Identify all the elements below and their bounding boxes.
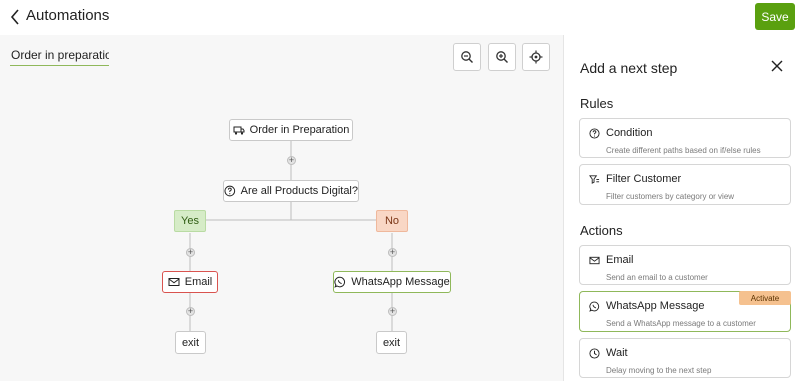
add-step-after-whatsapp[interactable]: + xyxy=(388,307,397,316)
trigger-node[interactable]: Order in Preparation xyxy=(229,119,353,141)
exit-node-right[interactable]: exit xyxy=(376,331,407,354)
add-step-yes-branch[interactable]: + xyxy=(186,248,195,257)
rule-filter-customer-label: Filter Customer xyxy=(606,173,682,185)
no-branch-tag[interactable]: No xyxy=(376,210,408,232)
add-step-panel: Add a next step Rules Condition Create d… xyxy=(563,35,800,381)
save-button[interactable]: Save xyxy=(755,3,795,30)
action-wait-card[interactable]: Wait Delay moving to the next step xyxy=(579,338,791,378)
action-email-label: Email xyxy=(606,254,634,266)
whatsapp-node[interactable]: WhatsApp Message xyxy=(333,271,451,293)
action-whatsapp-card[interactable]: Activate WhatsApp Message Send a WhatsAp… xyxy=(579,291,791,332)
action-email-desc: Send an email to a customer xyxy=(606,273,708,282)
action-email-card[interactable]: Email Send an email to a customer xyxy=(579,245,791,285)
action-wait-desc: Delay moving to the next step xyxy=(606,366,712,375)
condition-node[interactable]: Are all Products Digital? xyxy=(223,180,359,202)
rule-filter-customer-card[interactable]: Filter Customer Filter customers by cate… xyxy=(579,164,791,205)
whatsapp-icon xyxy=(334,276,346,288)
rule-condition-card[interactable]: Condition Create different paths based o… xyxy=(579,118,791,158)
trigger-node-label: Order in Preparation xyxy=(249,124,350,136)
panel-title: Add a next step xyxy=(580,60,678,76)
whatsapp-node-label: WhatsApp Message xyxy=(351,276,450,288)
rule-condition-desc: Create different paths based on if/else … xyxy=(606,146,761,155)
flow-connectors xyxy=(189,141,393,331)
email-node[interactable]: Email xyxy=(162,271,218,293)
activate-badge[interactable]: Activate xyxy=(739,291,791,305)
add-step-after-trigger[interactable]: + xyxy=(287,156,296,165)
clock-icon xyxy=(589,347,600,359)
add-step-after-email[interactable]: + xyxy=(186,307,195,316)
question-circle-icon xyxy=(589,127,600,139)
question-circle-icon xyxy=(224,185,236,197)
envelope-icon xyxy=(168,278,180,286)
rules-section-title: Rules xyxy=(580,96,614,111)
close-panel-button[interactable] xyxy=(768,57,786,75)
add-step-no-branch[interactable]: + xyxy=(388,248,397,257)
envelope-icon xyxy=(589,256,600,264)
exit-node-right-label: exit xyxy=(382,336,401,349)
action-whatsapp-label: WhatsApp Message xyxy=(606,300,705,312)
filter-icon xyxy=(589,174,600,184)
page-title: Automations xyxy=(26,7,110,24)
email-node-label: Email xyxy=(184,276,213,288)
action-whatsapp-desc: Send a WhatsApp message to a customer xyxy=(606,319,756,328)
condition-node-label: Are all Products Digital? xyxy=(240,185,358,197)
truck-box-icon xyxy=(233,126,245,135)
yes-branch-tag[interactable]: Yes xyxy=(174,210,206,232)
rule-condition-label: Condition xyxy=(606,127,653,139)
top-bar: Automations Save xyxy=(0,0,800,35)
exit-node-left[interactable]: exit xyxy=(175,331,206,354)
exit-node-left-label: exit xyxy=(181,336,200,349)
whatsapp-icon xyxy=(589,301,600,312)
close-icon xyxy=(771,60,783,72)
flow-canvas[interactable]: Order in Preparation + Are all Products … xyxy=(0,35,563,381)
chevron-left-icon xyxy=(10,9,19,25)
action-wait-label: Wait xyxy=(606,347,628,359)
actions-section-title: Actions xyxy=(580,223,623,238)
back-button[interactable] xyxy=(6,6,24,28)
rule-filter-customer-desc: Filter customers by category or view xyxy=(606,192,735,201)
